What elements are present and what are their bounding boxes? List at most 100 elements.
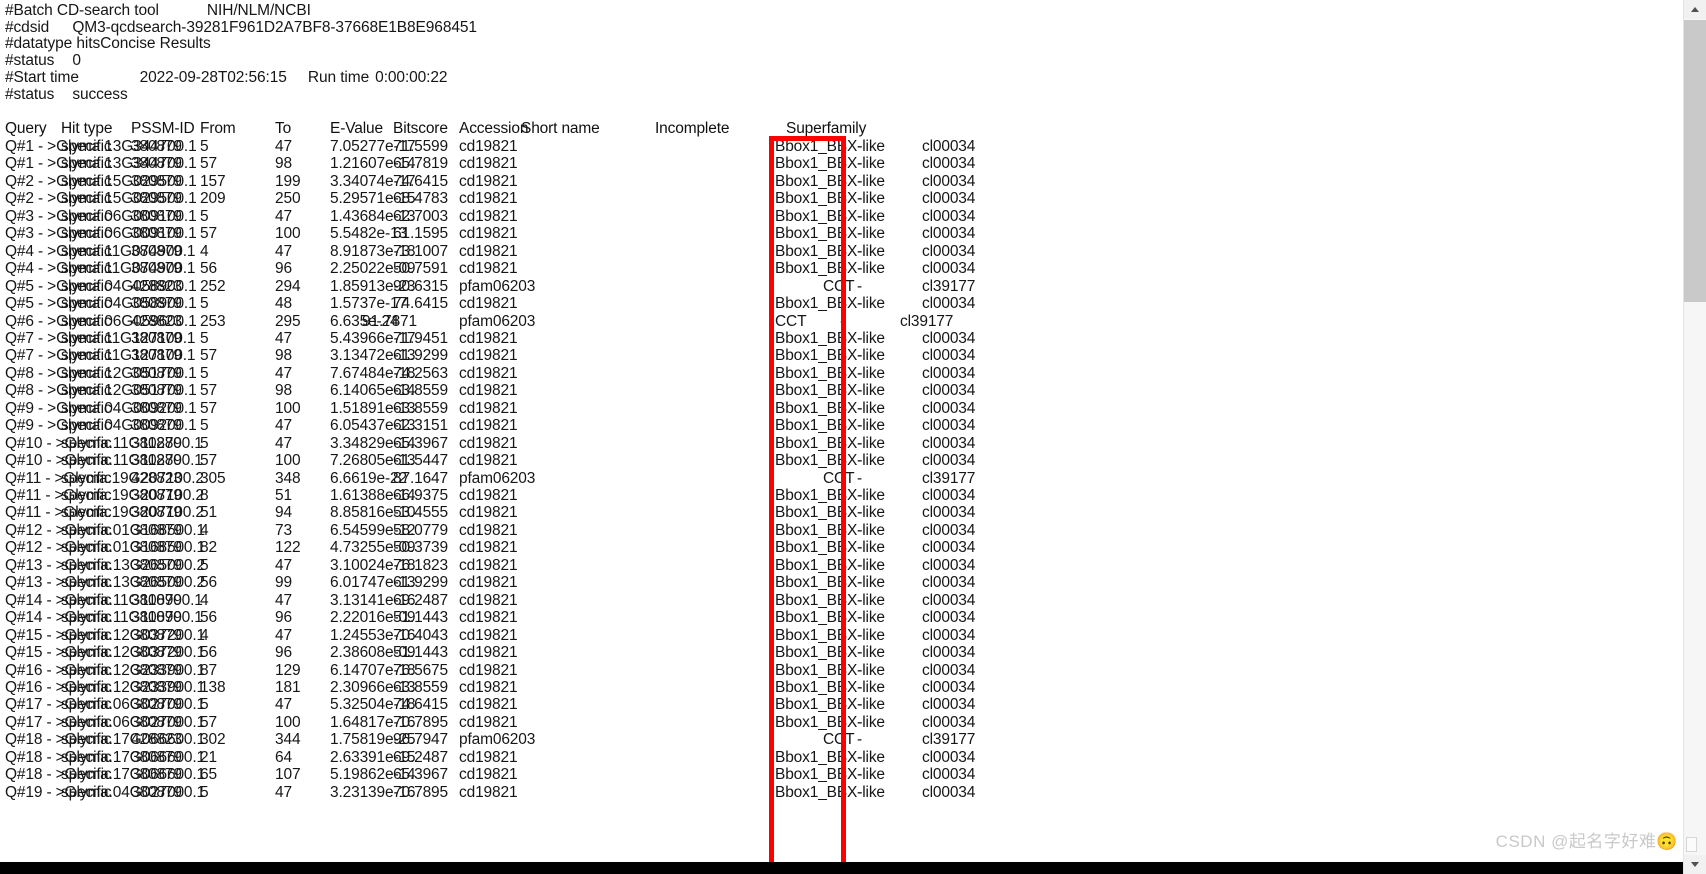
cell-bitscore: 76.1823: [393, 556, 448, 574]
cell-accession: cd19821: [459, 260, 518, 278]
cell-superfamily: cl39177: [900, 312, 954, 330]
scroll-up-button[interactable]: [1684, 0, 1706, 19]
cell-superfamily: cl00034: [922, 155, 976, 173]
cell-short-name: Bbox1_BBX-like: [775, 452, 885, 470]
cell-incomplete: -: [857, 190, 863, 208]
cell-pssm-id: 380879: [131, 487, 182, 504]
cell-superfamily: cl00034: [922, 347, 976, 365]
cell-short-name: Bbox1_BBX-like: [775, 748, 885, 766]
table-header-row: Query Hit type PSSM-ID From To E-Value Bitscor…: [0, 119, 1683, 138]
scroll-down-button[interactable]: [1684, 855, 1706, 874]
cell-to: 96: [275, 644, 292, 662]
cell-superfamily: cl00034: [922, 574, 976, 592]
column-header-accession: Accession: [459, 120, 529, 137]
cell-short-name: Bbox1_BBX-like: [775, 504, 885, 522]
cell-to: 47: [275, 434, 292, 452]
cell-accession: cd19821: [459, 295, 518, 313]
cell-incomplete: -: [857, 556, 863, 574]
cell-superfamily: cl00034: [922, 242, 976, 260]
cell-incomplete: -: [857, 277, 863, 295]
cell-hit-type: specific: [61, 504, 112, 522]
cell-to: 295: [275, 312, 301, 330]
cell-from: 57: [200, 713, 217, 731]
cell-superfamily: cl00034: [922, 504, 976, 522]
table-row: Q#7 - >Glyma.11G127100.1 specific 380879 5 4…: [0, 329, 1683, 348]
cell-superfamily: cl00034: [922, 591, 976, 609]
cell-incomplete: -: [857, 295, 863, 313]
cell-from: 57: [200, 382, 217, 400]
cell-short-name: Bbox1_BBX-like: [775, 242, 885, 260]
table-row: Q#9 - >Glyma.04G009200.1 specific 380879 5 4…: [0, 416, 1683, 435]
table-row: Q#15 - >Glyma.12G037200.1 specific 380879 5…: [0, 643, 1683, 662]
table-row: Q#15 - >Glyma.12G037200.1 specific 380879 4…: [0, 626, 1683, 645]
cell-pssm-id: 428823: [131, 469, 182, 487]
cell-to: 51: [275, 487, 292, 504]
cell-bitscore: 63.8559: [393, 678, 448, 696]
cell-incomplete: -: [857, 731, 863, 749]
cell-accession: cd19821: [459, 225, 518, 243]
cell-pssm-id: 380879: [131, 382, 182, 400]
cell-from: 4: [200, 242, 209, 260]
cell-hit-type: specific: [61, 347, 112, 365]
cell-pssm-id: 380879: [131, 452, 182, 470]
cell-incomplete: -: [857, 452, 863, 470]
cell-incomplete: -: [857, 260, 863, 278]
cell-incomplete: -: [857, 347, 863, 365]
cell-superfamily: cl00034: [922, 713, 976, 731]
vertical-scrollbar[interactable]: [1683, 0, 1706, 874]
cell-from: 302: [200, 731, 226, 749]
cell-superfamily: cl00034: [922, 452, 976, 470]
cell-superfamily: cl00034: [922, 678, 976, 696]
cell-superfamily: cl00034: [922, 172, 976, 190]
cell-incomplete: -: [857, 417, 863, 435]
cell-from: 65: [200, 766, 217, 784]
cell-to: 47: [275, 207, 292, 225]
cell-from: 5: [200, 207, 209, 225]
cell-accession: cd19821: [459, 661, 518, 679]
cell-pssm-id: 428823: [131, 312, 182, 330]
cell-accession: cd19821: [459, 678, 518, 696]
cd-search-text-output[interactable]: #Batch CD-search tool NIH/NLM/NCBI #cdsi…: [0, 0, 1683, 874]
cell-from: 253: [200, 312, 226, 330]
cell-short-name: Bbox1_BBX-like: [775, 521, 885, 539]
cell-incomplete: -: [857, 696, 863, 714]
table-row: Q#13 - >Glyma.13G265000.2 specific 380879 5…: [0, 573, 1683, 592]
cell-from: 56: [200, 609, 217, 627]
cell-accession: cd19821: [459, 155, 518, 173]
cell-hit-type: specific: [61, 155, 112, 173]
cell-hit-type: specific: [61, 382, 112, 400]
cell-superfamily: cl00034: [922, 609, 976, 627]
cell-accession: cd19821: [459, 539, 518, 557]
cell-bitscore: 74.2563: [393, 364, 448, 382]
cell-pssm-id: 380879: [131, 626, 182, 644]
column-header-bitscore: Bitscore: [393, 120, 448, 137]
cell-from: 21: [200, 748, 217, 766]
cell-hit-type: specific: [61, 678, 112, 696]
cell-short-name: Bbox1_BBX-like: [775, 696, 885, 714]
scrollbar-thumb[interactable]: [1684, 20, 1706, 302]
cell-short-name: Bbox1_BBX-like: [775, 399, 885, 417]
cell-short-name: Bbox1_BBX-like: [775, 644, 885, 662]
cell-superfamily: cl00034: [922, 556, 976, 574]
cell-incomplete: -: [857, 661, 863, 679]
cell-superfamily: cl00034: [922, 783, 976, 801]
cell-bitscore: 62.3151: [393, 417, 448, 435]
table-row: Q#11 - >Glyma.19G207100.2 specific 428823 3…: [0, 469, 1683, 488]
cell-to: 344: [275, 731, 301, 749]
cell-from: 5: [200, 329, 209, 347]
cell-pssm-id: 380879: [131, 574, 182, 592]
cell-hit-type: specific: [61, 295, 112, 313]
cell-to: 100: [275, 452, 301, 470]
table-row: Q#18 - >Glyma.17G066600.1 specific 428823 3…: [0, 730, 1683, 749]
cell-incomplete: -: [857, 434, 863, 452]
scrollbar-corner: [1686, 837, 1697, 852]
cell-hit-type: specific: [61, 329, 112, 347]
cell-incomplete: -: [857, 469, 863, 487]
cell-from: 57: [200, 225, 217, 243]
cell-superfamily: cl00034: [922, 539, 976, 557]
cell-accession: cd19821: [459, 644, 518, 662]
table-row: Q#14 - >Glyma.11G110900.1 specific 380879 5…: [0, 608, 1683, 627]
cell-to: 47: [275, 626, 292, 644]
cell-to: 100: [275, 713, 301, 731]
cell-bitscore: 70.7895: [393, 783, 448, 801]
